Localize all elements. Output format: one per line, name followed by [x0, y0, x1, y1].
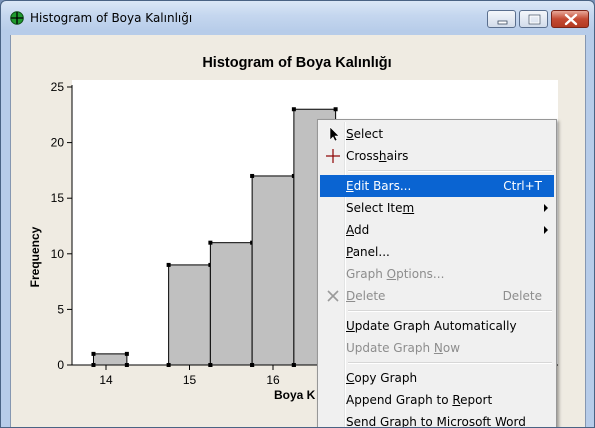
submenu-arrow-icon [544, 226, 548, 234]
menu-item-select-item[interactable]: Select Item [320, 197, 554, 219]
selection-handle[interactable] [166, 262, 171, 267]
histogram-bar[interactable] [168, 264, 211, 366]
selection-handle[interactable] [124, 363, 129, 367]
select-item-label: Select Item [346, 201, 415, 215]
update-now-label: Update Graph Now [346, 341, 461, 355]
selection-handle[interactable] [166, 363, 171, 367]
y-tick-label: 5 [57, 302, 64, 316]
panel-label: Panel... [346, 245, 390, 259]
menu-separator [348, 362, 552, 364]
menu-separator [348, 310, 552, 312]
edit-bars-label: Edit Bars... [346, 179, 412, 193]
menu-item-copy-graph[interactable]: Copy Graph [320, 367, 554, 389]
menu-item-panel[interactable]: Panel... [320, 241, 554, 263]
copy-graph-label: Copy Graph [346, 371, 418, 385]
selection-handle[interactable] [250, 363, 255, 367]
cursor-arrow-icon [329, 126, 340, 142]
menu-item-append-graph[interactable]: Append Graph to Report [320, 389, 554, 411]
selection-handle[interactable] [91, 363, 96, 367]
submenu-arrow-icon [544, 204, 548, 212]
x-axis-label: Boya K [274, 388, 316, 402]
selection-handle[interactable] [250, 173, 255, 178]
maximize-button[interactable] [519, 10, 548, 28]
menu-item-add[interactable]: Add [320, 219, 554, 241]
crosshairs-label: Crosshairs [346, 149, 409, 163]
y-tick-label: 20 [51, 136, 65, 150]
update-auto-label: Update Graph Automatically [346, 319, 517, 333]
menu-item-select[interactable]: Select [320, 123, 554, 145]
menu-separator [348, 170, 552, 172]
graph-options-label: Graph Options... [346, 267, 445, 281]
selection-handle[interactable] [291, 363, 296, 367]
x-tick-label: 15 [183, 373, 197, 387]
menu-item-crosshairs[interactable]: Crosshairs [320, 145, 554, 167]
maximize-icon [528, 14, 541, 25]
delete-shortcut: Delete [502, 289, 542, 303]
send-graph-label: Send Graph to Microsoft Word [346, 415, 526, 428]
append-graph-label: Append Graph to Report [346, 393, 493, 407]
window-title: Histogram of Boya Kalınlığı [30, 11, 193, 25]
histogram-bar[interactable] [209, 242, 253, 366]
y-tick-label: 15 [51, 191, 65, 205]
minimize-icon [497, 20, 508, 25]
crosshairs-icon [326, 149, 340, 163]
menu-item-graph-options: Graph Options... [320, 263, 554, 285]
selection-handle[interactable] [208, 240, 213, 245]
selection-handle[interactable] [291, 107, 296, 112]
context-menu: Select Crosshairs Edit Bars... Ctrl+T Se… [317, 119, 557, 428]
selection-handle[interactable] [208, 363, 213, 367]
selection-handle[interactable] [91, 351, 96, 356]
selection-handle[interactable] [124, 351, 129, 356]
menu-item-send-graph-word[interactable]: Send Graph to Microsoft Word [320, 411, 554, 428]
minimize-button[interactable] [487, 10, 516, 28]
add-label: Add [346, 223, 370, 237]
graph-app-icon [10, 11, 24, 25]
menu-item-update-graph-automatically[interactable]: Update Graph Automatically [320, 315, 554, 337]
y-axis-label: Frequency [28, 226, 42, 287]
close-button[interactable] [551, 10, 589, 28]
delete-x-icon [327, 290, 339, 302]
y-tick-label: 10 [51, 247, 65, 261]
selection-handle[interactable] [333, 107, 338, 112]
graph-title: Histogram of Boya Kalınlığı [202, 55, 391, 71]
y-tick-label: 0 [57, 358, 64, 372]
delete-label: Delete [346, 289, 386, 303]
x-tick-label: 14 [99, 373, 113, 387]
menu-item-edit-bars[interactable]: Edit Bars... Ctrl+T [320, 175, 554, 197]
graph-window: Histogram of Boya Kalınlığı Histogram of… [0, 0, 595, 428]
x-tick-label: 16 [266, 373, 280, 387]
edit-bars-shortcut: Ctrl+T [503, 179, 542, 193]
menu-item-update-graph-now: Update Graph Now [320, 337, 554, 359]
close-icon [564, 13, 578, 26]
menu-item-delete: Delete Delete [320, 285, 554, 307]
histogram-bar[interactable] [92, 353, 128, 366]
y-tick-label: 25 [51, 80, 65, 94]
title-bar[interactable]: Histogram of Boya Kalınlığı [1, 1, 594, 35]
histogram-bar[interactable] [251, 175, 295, 366]
